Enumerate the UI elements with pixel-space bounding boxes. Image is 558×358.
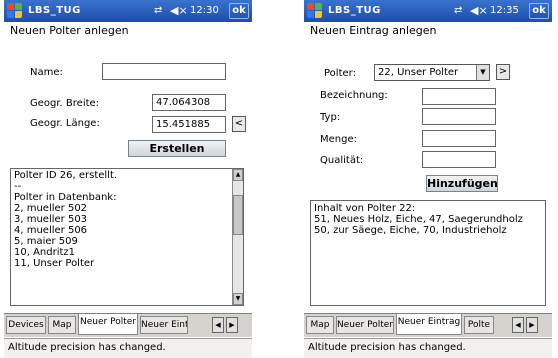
name-label: Name: [30, 67, 63, 78]
bezeichnung-label: Bezeichnung: [320, 90, 388, 101]
typ-input[interactable] [422, 108, 496, 125]
typ-label: Typ: [320, 112, 341, 123]
clock[interactable]: 12:30 [190, 5, 219, 16]
title-bar: LBS_TUG ⇄ ◀× 12:30 ok [4, 0, 252, 22]
tab-neuer-polter[interactable]: Neuer Polter [336, 316, 394, 334]
log-listbox[interactable]: Polter ID 26, erstellt. -- Polter in Dat… [10, 168, 244, 306]
form-title: Neuen Polter anlegen [10, 24, 129, 37]
name-input[interactable] [102, 63, 226, 80]
app-title: LBS_TUG [28, 5, 81, 16]
latitude-label: Geogr. Breite: [30, 98, 100, 109]
scroll-thumb[interactable] [233, 195, 243, 235]
content-lines: Inhalt von Polter 22: 51, Neues Holz, Ei… [311, 201, 545, 236]
clock[interactable]: 12:35 [490, 5, 519, 16]
app-title: LBS_TUG [328, 5, 381, 16]
tab-scroll-right-icon[interactable]: ▶ [226, 317, 238, 333]
chevron-down-icon[interactable]: ▼ [476, 65, 489, 80]
bezeichnung-input[interactable] [422, 88, 496, 105]
left-screen: LBS_TUG ⇄ ◀× 12:30 ok Neuen Polter anleg… [4, 0, 252, 358]
tab-scroll-right-icon[interactable]: ▶ [526, 317, 538, 333]
tab-map[interactable]: Map [48, 316, 76, 334]
back-button[interactable]: < [232, 116, 246, 132]
content-listbox[interactable]: Inhalt von Polter 22: 51, Neues Holz, Ei… [310, 200, 546, 306]
tab-neuer-polter[interactable]: Neuer Polter [78, 314, 138, 335]
log-line: 2, mueller 502 [14, 203, 88, 214]
log-scrollbar[interactable]: ▲ ▼ [232, 169, 243, 305]
status-bar: Altitude precision has changed. [4, 338, 252, 358]
add-button[interactable]: Hinzufügen [426, 175, 498, 192]
scroll-up-arrow-icon[interactable]: ▲ [233, 169, 243, 181]
connectivity-icon[interactable]: ⇄ [454, 5, 462, 16]
ok-button[interactable]: ok [529, 3, 549, 19]
log-line: 3, mueller 503 [14, 214, 88, 225]
log-line: 10, Andritz1 [14, 247, 76, 258]
latitude-input[interactable]: 47.064308 [152, 94, 226, 111]
connectivity-icon[interactable]: ⇄ [154, 5, 162, 16]
tab-neuer-eintrag[interactable]: Neuer Eintrag [396, 314, 462, 335]
windows-start-icon[interactable] [7, 3, 23, 19]
title-bar: LBS_TUG ⇄ ◀× 12:35 ok [304, 0, 552, 22]
form-title: Neuen Eintrag anlegen [310, 24, 437, 37]
log-line: 4, mueller 506 [14, 225, 88, 236]
menge-label: Menge: [320, 134, 357, 145]
ok-button[interactable]: ok [229, 3, 249, 19]
content-line: 51, Neues Holz, Eiche, 47, Saegerundholz [314, 214, 523, 225]
tab-polter[interactable]: Polte [464, 316, 494, 334]
log-lines: Polter ID 26, erstellt. -- Polter in Dat… [11, 169, 243, 269]
scroll-down-arrow-icon[interactable]: ▼ [233, 293, 243, 305]
windows-start-icon[interactable] [307, 3, 323, 19]
speaker-icon[interactable]: ◀× [170, 4, 188, 17]
go-button[interactable]: > [496, 64, 510, 80]
qualitaet-label: Qualität: [320, 155, 364, 166]
right-screen: LBS_TUG ⇄ ◀× 12:35 ok Neuen Eintrag anle… [304, 0, 552, 358]
longitude-input[interactable]: 15.451885 [152, 116, 226, 133]
longitude-label: Geogr. Länge: [30, 118, 100, 129]
tab-scroll-left-icon[interactable]: ◀ [212, 317, 224, 333]
tab-bar: Map Neuer Polter Neuer Eintrag Polte ◀ ▶ [304, 313, 552, 337]
content-line: Inhalt von Polter 22: [314, 203, 416, 214]
tab-map[interactable]: Map [306, 316, 334, 334]
log-line: Polter in Datenbank: [14, 192, 117, 203]
menge-input[interactable] [422, 130, 496, 147]
content-line: 50, zur Säege, Eiche, 70, Industrieholz [314, 225, 507, 236]
polter-select[interactable]: 22, Unser Polter ▼ [374, 64, 490, 81]
qualitaet-input[interactable] [422, 151, 496, 168]
log-line: 11, Unser Polter [14, 258, 95, 269]
polter-selected-value: 22, Unser Polter [378, 67, 459, 78]
tab-neuer-eintrag[interactable]: Neuer Eint [140, 316, 188, 334]
status-bar: Altitude precision has changed. [304, 338, 552, 358]
tab-bar: Devices Map Neuer Polter Neuer Eint ◀ ▶ [4, 313, 252, 337]
log-line: -- [14, 181, 22, 192]
tab-scroll-left-icon[interactable]: ◀ [512, 317, 524, 333]
speaker-icon[interactable]: ◀× [470, 4, 488, 17]
tab-devices[interactable]: Devices [6, 316, 46, 334]
create-button[interactable]: Erstellen [128, 140, 226, 157]
log-line: Polter ID 26, erstellt. [14, 170, 118, 181]
log-line: 5, maier 509 [14, 236, 78, 247]
polter-label: Polter: [324, 68, 356, 79]
